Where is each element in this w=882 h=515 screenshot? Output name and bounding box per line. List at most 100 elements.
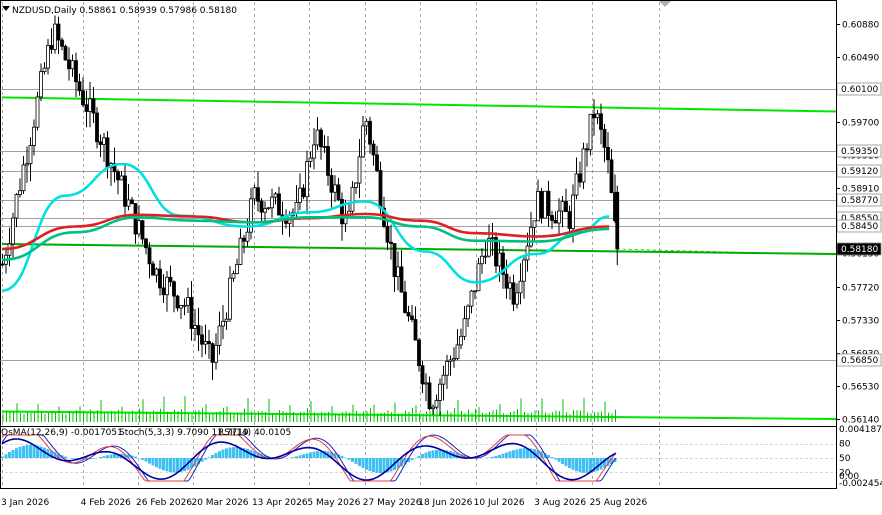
candle <box>539 188 544 224</box>
osma-bar <box>225 448 228 458</box>
osma-bar <box>298 455 302 458</box>
candle-body <box>116 171 120 181</box>
osma-bar <box>340 455 344 458</box>
candle-body <box>147 247 152 265</box>
candle-body <box>67 59 71 70</box>
osma-bar <box>8 452 11 458</box>
osma-bar <box>505 452 508 458</box>
candle-body <box>497 252 502 267</box>
candle-body <box>102 137 106 145</box>
candle-body <box>385 225 390 243</box>
candle-body <box>543 190 547 219</box>
price-tick-label: 0.60880 <box>842 21 879 31</box>
candle-body <box>221 320 225 327</box>
candle-body <box>406 312 411 317</box>
candle <box>581 142 586 190</box>
osma-bar <box>176 458 179 473</box>
candle-body <box>137 220 141 235</box>
osma-bar <box>491 456 494 458</box>
candle-body <box>476 263 481 292</box>
candle-body <box>364 120 369 127</box>
osma-bar <box>596 458 599 471</box>
candle-body <box>144 238 148 249</box>
osma-bar <box>428 451 431 458</box>
osma-bar <box>162 458 165 471</box>
osma-bar <box>1 456 4 458</box>
price-tick-label: 0.58910 <box>842 185 879 195</box>
candle-body <box>39 71 43 98</box>
candle-body <box>361 125 365 158</box>
candle-body <box>312 144 316 159</box>
osma-bar <box>165 458 169 472</box>
osma-bar <box>291 457 295 458</box>
candle-body <box>515 292 519 305</box>
osma-bar <box>32 445 36 458</box>
osma-bar <box>99 456 102 458</box>
candle-body <box>410 315 414 320</box>
osma-bar <box>382 458 386 474</box>
osma-bar <box>557 458 561 462</box>
candle-body <box>592 113 596 119</box>
candle <box>588 113 593 156</box>
candle-body <box>539 191 544 219</box>
time-axis-label: 3 Aug 2026 <box>534 498 586 508</box>
candle-body <box>375 154 379 171</box>
osma-bar <box>512 450 515 458</box>
candle-body <box>340 199 344 225</box>
osma-bar <box>578 458 582 473</box>
candle-body <box>200 334 204 345</box>
candle-body <box>56 23 61 41</box>
candle-body <box>399 266 404 293</box>
osma-bar <box>375 458 379 473</box>
candle-body <box>228 277 232 320</box>
time-axis-label: 5 May 2026 <box>307 498 360 508</box>
candle-body <box>595 113 600 119</box>
candle-body <box>585 148 589 151</box>
candle-body <box>602 128 607 148</box>
candle-body <box>371 143 376 156</box>
candle-body <box>329 175 334 193</box>
candle-body <box>130 199 134 204</box>
osma-bar <box>372 458 375 473</box>
osma-bar <box>204 458 207 460</box>
candle-body <box>217 325 222 346</box>
candle-body <box>427 382 432 410</box>
candle-body <box>203 341 208 345</box>
candle-body <box>235 264 239 275</box>
candle-body <box>252 187 257 200</box>
indicator-tick-label: 80 <box>839 440 851 450</box>
candle-body <box>238 237 243 265</box>
osma-bar <box>498 454 501 458</box>
price-tick-label: 0.57720 <box>842 284 879 294</box>
osma-bar <box>148 458 151 464</box>
candle-body <box>182 304 187 307</box>
candle-body <box>186 297 190 306</box>
candle-body <box>165 276 169 296</box>
price-tick-label: 0.57330 <box>842 317 879 327</box>
candle-body <box>70 60 75 70</box>
candle-body <box>35 96 40 128</box>
candle-body <box>319 129 323 148</box>
candle-body <box>536 191 540 222</box>
osma-bar <box>379 458 382 474</box>
candle-body <box>189 297 194 329</box>
candle-body <box>123 175 127 207</box>
osma-bar <box>368 458 372 472</box>
osma-bar <box>232 447 235 458</box>
candle-body <box>564 201 568 213</box>
candle-body <box>63 45 68 61</box>
candle-body <box>140 220 145 240</box>
candle-body <box>473 290 477 293</box>
osma-bar <box>169 458 172 473</box>
chart-canvas: 0.608800.604900.597000.593100.589100.585… <box>0 0 882 515</box>
osma-bar <box>18 446 22 458</box>
osma-bar <box>113 454 116 458</box>
candle-body <box>298 187 302 203</box>
osma-bar <box>561 458 564 464</box>
candle-body <box>242 237 246 242</box>
candle-body <box>151 263 155 276</box>
osma-bar <box>211 454 214 458</box>
candle-body <box>46 44 50 69</box>
candle-body <box>615 191 620 250</box>
candle-body <box>357 156 362 184</box>
